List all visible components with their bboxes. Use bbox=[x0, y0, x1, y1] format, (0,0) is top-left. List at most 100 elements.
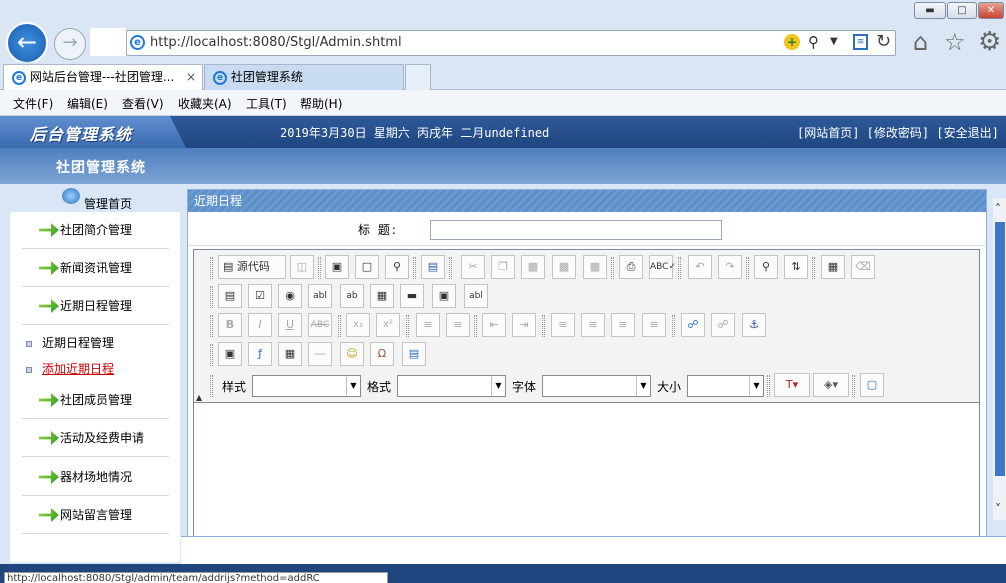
menu-edit[interactable]: 编辑(E) bbox=[67, 95, 108, 112]
tab-admin[interactable]: e 网站后台管理---社团管理... × bbox=[3, 64, 203, 90]
anchor-icon[interactable]: ⚓ bbox=[742, 313, 766, 337]
scroll-down-icon[interactable]: ˅ bbox=[995, 502, 1001, 516]
title-input[interactable] bbox=[430, 220, 722, 240]
editor-content-area[interactable] bbox=[194, 404, 979, 538]
sub-item-add-schedule[interactable]: 添加近期日程 bbox=[26, 360, 114, 377]
align-left-icon[interactable]: ≡ bbox=[551, 313, 575, 337]
format-select[interactable]: ▼ bbox=[397, 375, 506, 397]
smiley-icon[interactable]: ☺ bbox=[340, 342, 364, 366]
sidebar-item-activities[interactable]: 活动及经费申请 bbox=[22, 419, 169, 457]
checkbox-icon[interactable]: ☑ bbox=[248, 284, 272, 308]
select-all-icon[interactable]: ▦ bbox=[821, 255, 845, 279]
table-icon[interactable]: ▦ bbox=[278, 342, 302, 366]
undo-icon[interactable]: ↶ bbox=[688, 255, 712, 279]
font-select[interactable]: ▼ bbox=[542, 375, 651, 397]
horizontal-rule-icon[interactable]: — bbox=[308, 342, 332, 366]
textarea-icon[interactable]: ab bbox=[340, 284, 364, 308]
underline-icon[interactable]: U bbox=[278, 313, 302, 337]
hidden-field-icon[interactable]: abl bbox=[464, 284, 488, 308]
bg-color-icon[interactable]: ◈▾ bbox=[813, 373, 849, 397]
print-icon[interactable]: ⎙ bbox=[619, 255, 643, 279]
scroll-up-icon[interactable]: ˄ bbox=[995, 202, 1001, 216]
source-button[interactable]: ▤ 源代码 bbox=[218, 255, 286, 279]
cut-icon[interactable]: ✂ bbox=[461, 255, 485, 279]
select-field-icon[interactable]: ▦ bbox=[370, 284, 394, 308]
special-char-icon[interactable]: Ω bbox=[370, 342, 394, 366]
compat-view-icon[interactable]: + bbox=[784, 34, 800, 50]
indent-icon[interactable]: ⇥ bbox=[512, 313, 536, 337]
home-icon[interactable]: ⌂ bbox=[913, 28, 928, 56]
document-icon[interactable]: □ bbox=[355, 255, 379, 279]
scroll-thumb[interactable] bbox=[995, 222, 1005, 476]
save-icon[interactable]: ▣ bbox=[325, 255, 349, 279]
page-icon[interactable]: ≡ bbox=[853, 34, 868, 50]
sidebar-home[interactable]: 管理首页 bbox=[84, 195, 132, 212]
back-icon[interactable]: ← bbox=[6, 22, 48, 64]
sidebar-item-messages[interactable]: 网站留言管理 bbox=[22, 496, 169, 534]
paste-text-icon[interactable]: ▩ bbox=[552, 255, 576, 279]
new-page-icon[interactable]: ◫ bbox=[290, 255, 314, 279]
outdent-icon[interactable]: ⇤ bbox=[482, 313, 506, 337]
radio-icon[interactable]: ◉ bbox=[278, 284, 302, 308]
menu-view[interactable]: 查看(V) bbox=[122, 95, 164, 112]
align-justify-icon[interactable]: ≡ bbox=[642, 313, 666, 337]
redo-icon[interactable]: ↷ bbox=[718, 255, 742, 279]
header-links[interactable]: [网站首页] [修改密码] [安全退出] bbox=[797, 124, 999, 141]
italic-icon[interactable]: I bbox=[248, 313, 272, 337]
sidebar-item-members[interactable]: 社团成员管理 bbox=[22, 381, 169, 419]
replace-icon[interactable]: ⇅ bbox=[784, 255, 808, 279]
tab-system[interactable]: e 社团管理系统 bbox=[204, 64, 404, 90]
paste-icon[interactable]: ▩ bbox=[521, 255, 545, 279]
form-icon[interactable]: ▤ bbox=[218, 284, 242, 308]
ordered-list-icon[interactable]: ≡ bbox=[416, 313, 440, 337]
refresh-icon[interactable]: ↻ bbox=[876, 31, 891, 52]
find-icon[interactable]: ⚲ bbox=[754, 255, 778, 279]
superscript-icon[interactable]: x² bbox=[376, 313, 400, 337]
menu-file[interactable]: 文件(F) bbox=[13, 95, 53, 112]
sidebar-item-schedule[interactable]: 近期日程管理 bbox=[22, 287, 169, 325]
favorites-star-icon[interactable]: ☆ bbox=[944, 28, 966, 56]
menu-help[interactable]: 帮助(H) bbox=[300, 95, 342, 112]
button-field-icon[interactable]: ▬ bbox=[400, 284, 424, 308]
minimize-button[interactable]: ▬ bbox=[914, 2, 946, 19]
collapse-toolbar-icon[interactable]: ▲ bbox=[196, 393, 202, 402]
search-icon[interactable]: ⚲ bbox=[808, 33, 819, 51]
link-icon[interactable]: ☍ bbox=[681, 313, 705, 337]
address-url[interactable]: http://localhost:8080/Stgl/Admin.shtml bbox=[150, 35, 402, 50]
style-select[interactable]: ▼ bbox=[252, 375, 361, 397]
textfield-icon[interactable]: abl bbox=[308, 284, 332, 308]
sub-item-schedule-manage[interactable]: 近期日程管理 bbox=[26, 334, 114, 351]
paste-word-icon[interactable]: ▩ bbox=[583, 255, 607, 279]
maximize-editor-icon[interactable]: ▢ bbox=[860, 373, 884, 397]
image-icon[interactable]: ▣ bbox=[218, 342, 242, 366]
new-tab-button[interactable] bbox=[405, 64, 431, 90]
flash-icon[interactable]: ƒ bbox=[248, 342, 272, 366]
size-select[interactable]: ▼ bbox=[687, 375, 764, 397]
sidebar-item-equipment[interactable]: 器材场地情况 bbox=[22, 458, 169, 496]
preview-icon[interactable]: ⚲ bbox=[385, 255, 409, 279]
forward-icon[interactable]: → bbox=[54, 28, 86, 60]
dropdown-arrow-icon[interactable]: ▼ bbox=[830, 36, 838, 47]
maximize-button[interactable]: □ bbox=[947, 2, 977, 19]
sidebar-item-news[interactable]: 新闻资讯管理 bbox=[22, 249, 169, 287]
strikethrough-icon[interactable]: ABC bbox=[308, 313, 332, 337]
remove-format-icon[interactable]: ⌫ bbox=[851, 255, 875, 279]
unordered-list-icon[interactable]: ≡ bbox=[446, 313, 470, 337]
close-tab-icon[interactable]: × bbox=[186, 65, 196, 89]
templates-icon[interactable]: ▤ bbox=[421, 255, 445, 279]
page-break-icon[interactable]: ▤ bbox=[402, 342, 426, 366]
menu-tools[interactable]: 工具(T) bbox=[246, 95, 287, 112]
align-center-icon[interactable]: ≡ bbox=[581, 313, 605, 337]
image-button-icon[interactable]: ▣ bbox=[432, 284, 456, 308]
gear-icon[interactable]: ⚙ bbox=[978, 27, 1001, 57]
subscript-icon[interactable]: x₂ bbox=[346, 313, 370, 337]
spellcheck-icon[interactable]: ABC✓ bbox=[649, 255, 676, 279]
sidebar-item-intro[interactable]: 社团简介管理 bbox=[22, 211, 169, 249]
bold-icon[interactable]: B bbox=[218, 313, 242, 337]
align-right-icon[interactable]: ≡ bbox=[611, 313, 635, 337]
unlink-icon[interactable]: ☍ bbox=[711, 313, 735, 337]
menu-favorites[interactable]: 收藏夹(A) bbox=[178, 95, 232, 112]
copy-icon[interactable]: ❐ bbox=[491, 255, 515, 279]
text-color-icon[interactable]: T▾ bbox=[774, 373, 810, 397]
close-window-button[interactable]: ✕ bbox=[978, 2, 1004, 19]
